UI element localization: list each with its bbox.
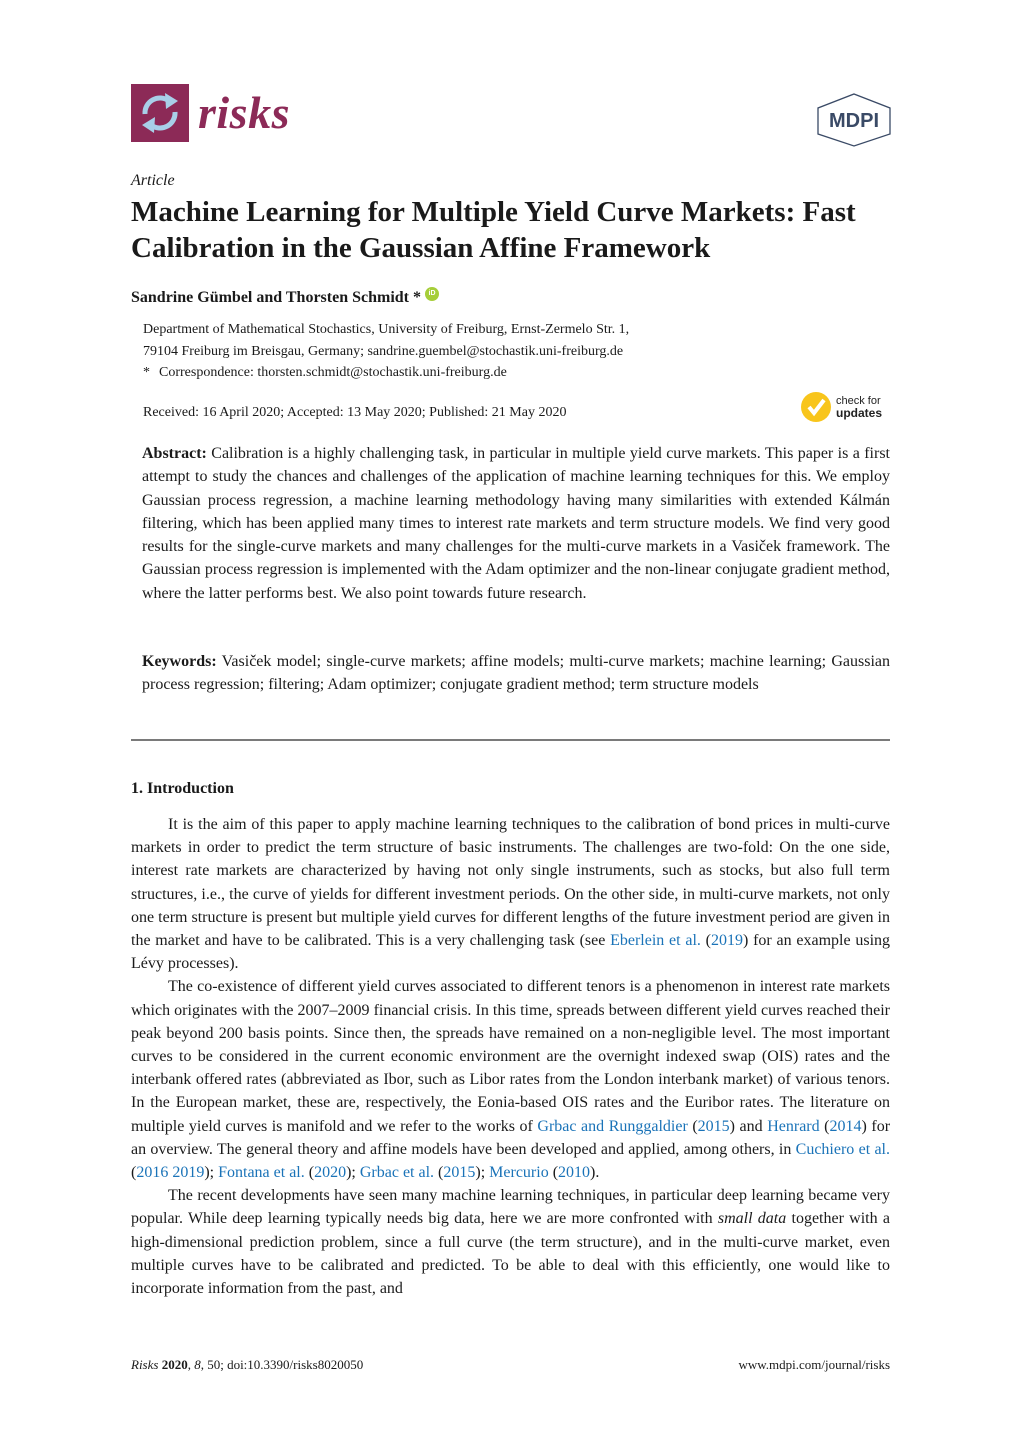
citation-link[interactable]: Mercurio <box>489 1164 549 1181</box>
emphasis: small data <box>717 1210 787 1228</box>
text: It is the aim of this paper to apply mac… <box>131 816 890 950</box>
citation-year-link[interactable]: 2014 <box>830 1118 862 1135</box>
publication-dates: Received: 16 April 2020; Accepted: 13 Ma… <box>143 405 567 420</box>
footer-journal: Risks <box>131 1357 159 1372</box>
journal-logo-icon <box>131 84 189 142</box>
citation-link[interactable]: Grbac et al. <box>360 1164 434 1181</box>
divider <box>131 739 890 741</box>
section-body: It is the aim of this paper to apply mac… <box>131 813 890 1300</box>
check-for-updates-button[interactable]: check for updates <box>801 391 893 423</box>
citation-year-link[interactable]: 2020 <box>314 1164 346 1181</box>
citation-year-link[interactable]: 2015 <box>698 1118 730 1135</box>
updates-text: updates <box>836 406 883 420</box>
checkmark-icon <box>801 392 831 422</box>
paragraph-2: The co-existence of different yield curv… <box>131 978 891 1182</box>
keywords: Keywords: Vasiček model; single-curve ma… <box>142 650 890 697</box>
abstract-label: Abstract: <box>142 445 207 462</box>
citation-link[interactable]: Fontana et al. <box>218 1164 305 1181</box>
keywords-text: Vasiček model; single-curve markets; aff… <box>142 653 890 694</box>
text: The co-existence of different yield curv… <box>131 978 890 1135</box>
journal-name: risks <box>198 87 290 138</box>
footer-citation: Risks 2020, 8, 50; doi:10.3390/risks8020… <box>131 1357 364 1372</box>
citation-link[interactable]: Henrard <box>767 1118 819 1135</box>
section-heading: 1. Introduction <box>131 780 234 797</box>
citation-year-link[interactable]: 2016 2019 <box>136 1164 204 1181</box>
author-names: Sandrine Gümbel and Thorsten Schmidt * <box>131 289 421 306</box>
footer-url[interactable]: www.mdpi.com/journal/risks <box>700 1357 890 1373</box>
article-type: Article <box>131 172 175 189</box>
footer-doi: , 50; doi:10.3390/risks8020050 <box>200 1357 364 1372</box>
correspondence-marker: * <box>143 365 150 380</box>
citation-link[interactable]: Cuchiero et al. <box>796 1141 890 1158</box>
abstract: Abstract: Calibration is a highly challe… <box>142 442 890 605</box>
keywords-label: Keywords: <box>142 653 217 670</box>
correspondence: * Correspondence: thorsten.schmidt@stocha… <box>143 362 507 383</box>
affiliation-line-1: Department of Mathematical Stochastics, … <box>143 322 630 337</box>
affiliation-line-2: 79104 Freiburg im Breisgau, Germany; san… <box>143 344 624 359</box>
text: ( <box>700 932 712 950</box>
abstract-text: Calibration is a highly challenging task… <box>142 445 890 602</box>
check-for-updates-label: check for updates <box>836 395 882 419</box>
author-list: Sandrine Gümbel and Thorsten Schmidt * i… <box>131 287 439 307</box>
citation-year-link[interactable]: 2015 <box>443 1164 475 1181</box>
footer-year: 2020 <box>161 1357 188 1372</box>
orcid-icon[interactable]: iD <box>425 287 439 301</box>
mdpi-logo: MDPI <box>814 92 894 148</box>
citation-link[interactable]: Grbac and Runggaldier <box>537 1118 687 1135</box>
citation-link[interactable]: Eberlein et al. <box>610 932 701 949</box>
citation-year-link[interactable]: 2010 <box>558 1164 590 1181</box>
paragraph-3: The recent developments have seen many m… <box>131 1184 890 1300</box>
correspondence-text: Correspondence: thorsten.schmidt@stochas… <box>159 365 507 380</box>
citation-year-link[interactable]: 2019 <box>711 932 743 949</box>
paper-title: Machine Learning for Multiple Yield Curv… <box>131 196 856 264</box>
mdpi-logo-text: MDPI <box>829 110 879 132</box>
text: and <box>735 1117 768 1135</box>
paragraph-1: It is the aim of this paper to apply mac… <box>131 813 890 975</box>
